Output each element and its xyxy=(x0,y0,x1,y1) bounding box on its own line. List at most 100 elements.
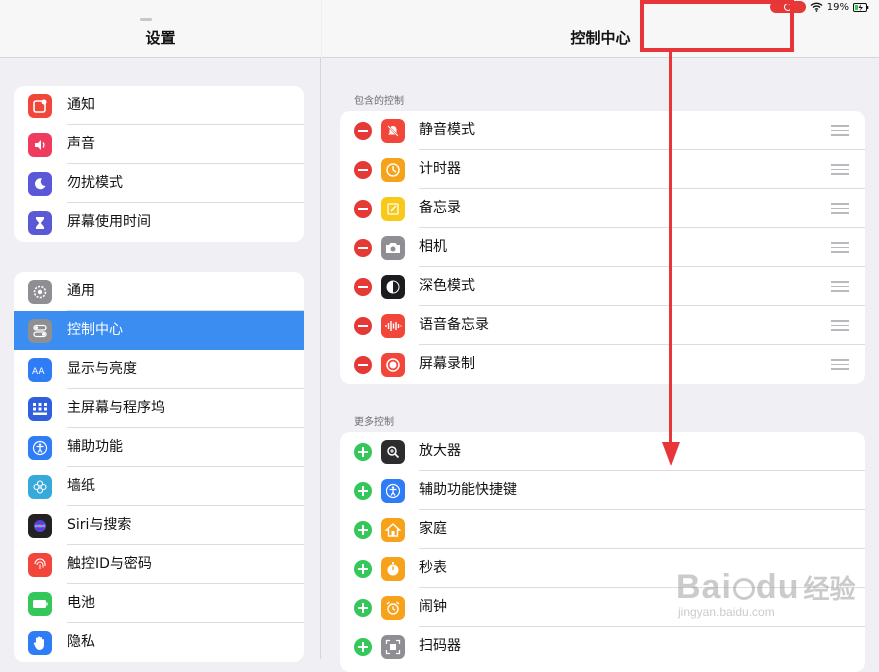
sidebar-item-battery[interactable]: 电池 xyxy=(14,584,304,623)
add-control-button[interactable] xyxy=(354,442,372,461)
annotation-arrow-head xyxy=(662,442,680,466)
sidebar-group-1: 通知 声音 勿扰模式 屏幕使用时间 xyxy=(14,86,304,242)
sidebar-item-siri-search[interactable]: Siri与搜索 xyxy=(14,506,304,545)
remove-control-button[interactable] xyxy=(354,316,372,335)
watermark-cn: 经验 xyxy=(803,575,856,605)
gear-icon xyxy=(28,279,52,304)
control-row-voice-memos: 语音备忘录 xyxy=(340,306,865,345)
remove-control-button[interactable] xyxy=(354,121,372,140)
sidebar-item-home-screen-dock[interactable]: 主屏幕与程序坞 xyxy=(14,389,304,428)
control-label: 放大器 xyxy=(419,432,865,471)
reorder-handle[interactable] xyxy=(831,125,849,136)
sidebar-item-label: 显示与亮度 xyxy=(67,350,304,389)
control-label: 家庭 xyxy=(419,510,865,549)
accessibility-icon xyxy=(381,478,405,503)
hourglass-icon xyxy=(28,210,52,235)
sidebar-item-label: 电池 xyxy=(67,584,304,623)
control-label: 语音备忘录 xyxy=(419,306,865,345)
remove-control-button[interactable] xyxy=(354,238,372,257)
sidebar-item-screen-time[interactable]: 屏幕使用时间 xyxy=(14,203,304,242)
battery-charging-icon xyxy=(853,2,869,12)
sidebar-item-accessibility[interactable]: 辅助功能 xyxy=(14,428,304,467)
remove-control-button[interactable] xyxy=(354,160,372,179)
display-icon: AA xyxy=(28,357,52,382)
watermark-url: jingyan.baidu.com xyxy=(678,605,775,619)
hand-icon xyxy=(28,630,52,655)
add-control-button[interactable] xyxy=(354,598,372,617)
control-label: 备忘录 xyxy=(419,189,865,228)
sidebar-item-label: 辅助功能 xyxy=(67,428,304,467)
wallpaper-icon xyxy=(28,474,52,499)
reorder-handle[interactable] xyxy=(831,320,849,331)
sidebar-item-sounds[interactable]: 声音 xyxy=(14,125,304,164)
accessibility-icon xyxy=(28,435,52,460)
svg-text:AA: AA xyxy=(32,367,45,376)
more-controls-list: 放大器 辅助功能快捷键 家庭 秒表 闹钟 扫码器 xyxy=(340,432,865,672)
sidebar-item-privacy[interactable]: 隐私 xyxy=(14,623,304,662)
sidebar-item-notifications[interactable]: 通知 xyxy=(14,86,304,125)
sidebar-item-do-not-disturb[interactable]: 勿扰模式 xyxy=(14,164,304,203)
battery-percent: 19% xyxy=(826,1,849,13)
sidebar-item-label: 通用 xyxy=(67,272,304,311)
reorder-handle[interactable] xyxy=(831,164,849,175)
bell-slash-icon xyxy=(381,118,405,143)
stopwatch-icon xyxy=(381,556,405,581)
sidebar-item-label: 主屏幕与程序坞 xyxy=(67,389,304,428)
sidebar-item-label: 勿扰模式 xyxy=(67,164,304,203)
watermark: Bai du 经验 jingyan.baidu.com xyxy=(676,568,855,619)
included-controls-label: 包含的控制 xyxy=(354,96,404,107)
control-row-magnifier: 放大器 xyxy=(340,432,865,471)
add-control-button[interactable] xyxy=(354,520,372,539)
notification-icon xyxy=(28,93,52,118)
sidebar-header: 设置 xyxy=(0,0,321,58)
notes-icon xyxy=(381,196,405,221)
control-row-home: 家庭 xyxy=(340,510,865,549)
remove-control-button[interactable] xyxy=(354,277,372,296)
add-control-button[interactable] xyxy=(354,481,372,500)
camera-icon xyxy=(381,235,405,260)
fingerprint-icon xyxy=(28,552,52,577)
remove-control-button[interactable] xyxy=(354,199,372,218)
control-row-notes: 备忘录 xyxy=(340,189,865,228)
reorder-handle[interactable] xyxy=(831,203,849,214)
alarm-icon xyxy=(381,595,405,620)
reorder-handle[interactable] xyxy=(831,359,849,370)
camera-notch xyxy=(140,18,152,21)
control-label: 相机 xyxy=(419,228,865,267)
reorder-handle[interactable] xyxy=(831,242,849,253)
waveform-icon xyxy=(381,313,405,338)
reorder-handle[interactable] xyxy=(831,281,849,292)
sidebar-item-display-brightness[interactable]: AA 显示与亮度 xyxy=(14,350,304,389)
control-row-dark-mode: 深色模式 xyxy=(340,267,865,306)
included-controls-list: 静音模式 计时器 备忘录 相机 深色模式 语音备忘录 屏幕录制 xyxy=(340,111,865,384)
add-control-button[interactable] xyxy=(354,637,372,656)
control-row-silent-mode: 静音模式 xyxy=(340,111,865,150)
qr-scanner-icon xyxy=(381,634,405,659)
more-controls-label: 更多控制 xyxy=(354,417,394,428)
sidebar-item-label: 声音 xyxy=(67,125,304,164)
control-label: 计时器 xyxy=(419,150,865,189)
sidebar-item-general[interactable]: 通用 xyxy=(14,272,304,311)
sidebar-group-2: 通用 控制中心 AA 显示与亮度 主屏幕与程序坞 辅助功能 墙纸 Siri与搜索… xyxy=(14,272,304,662)
sidebar-item-label: Siri与搜索 xyxy=(67,506,304,545)
watermark-brand-suffix: du xyxy=(755,568,800,606)
timer-icon xyxy=(381,157,405,182)
add-control-button[interactable] xyxy=(354,559,372,578)
control-center-icon xyxy=(28,318,52,343)
sidebar-item-touch-id-passcode[interactable]: 触控ID与密码 xyxy=(14,545,304,584)
sidebar-item-wallpaper[interactable]: 墙纸 xyxy=(14,467,304,506)
paw-icon xyxy=(732,578,755,600)
magnifier-icon xyxy=(381,439,405,464)
sidebar-item-control-center[interactable]: 控制中心 xyxy=(14,311,304,350)
sidebar-item-label: 隐私 xyxy=(67,634,95,650)
remove-control-button[interactable] xyxy=(354,355,372,374)
sidebar-item-label: 墙纸 xyxy=(67,467,304,506)
control-row-screen-recording: 屏幕录制 xyxy=(340,345,865,384)
annotation-arrow xyxy=(669,52,672,447)
control-label: 屏幕录制 xyxy=(419,356,475,372)
home-icon xyxy=(381,517,405,542)
control-row-camera: 相机 xyxy=(340,228,865,267)
dark-mode-icon xyxy=(381,274,405,299)
sidebar-item-label: 通知 xyxy=(67,86,304,125)
control-label: 静音模式 xyxy=(419,111,865,150)
